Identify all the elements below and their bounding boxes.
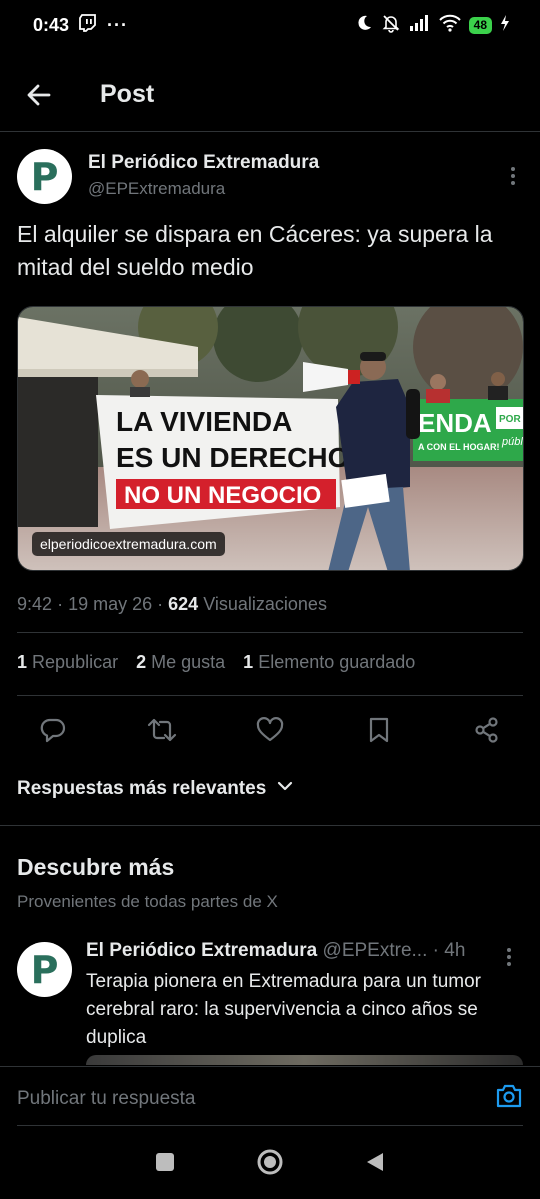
charging-icon (500, 14, 510, 36)
post-text: El alquiler se dispara en Cáceres: ya su… (17, 221, 493, 280)
post-date: 19 may 26 (68, 594, 153, 614)
status-bar: 0:43 ··· 48 (0, 0, 540, 50)
status-right: 48 (355, 13, 510, 38)
green-banner-side2: públ (501, 436, 523, 448)
replies-sort-dropdown[interactable]: Respuestas más relevantes (17, 777, 294, 801)
green-banner-text: ENDA (418, 408, 492, 438)
related-post[interactable]: P El Periódico Extremadura @EPExtre... ·… (17, 938, 523, 1068)
author-handle[interactable]: @EPExtremadura (88, 179, 225, 199)
bookmark-icon[interactable] (363, 714, 395, 746)
post-author[interactable]: P El Periódico Extremadura @EPExtremadur… (17, 149, 527, 205)
home-icon[interactable] (256, 1148, 284, 1181)
views-count: 624 (168, 594, 199, 614)
avatar-letter: P (30, 154, 59, 199)
post-meta: 9:42 · 19 may 26 · 624 Visualizaciones (17, 594, 327, 614)
status-left: 0:43 ··· (33, 13, 129, 37)
related-post-image[interactable] (86, 1055, 523, 1065)
post-time: 9:42 (17, 594, 53, 614)
top-header: Post (0, 60, 540, 132)
stat-bookmarks[interactable]: 1 Elemento guardado (243, 652, 415, 673)
more-notifications-icon: ··· (107, 14, 129, 35)
green-banner-sub: A CON EL HOGAR! (418, 442, 500, 452)
reply-icon[interactable] (37, 714, 69, 746)
back-triangle-icon[interactable] (364, 1151, 386, 1178)
related-author-handle[interactable]: @EPExtre... (323, 940, 428, 961)
banner-line-2: ES UN DERECHO (116, 442, 349, 473)
section-divider (0, 825, 540, 826)
status-time: 0:43 (33, 14, 70, 35)
views-label[interactable]: Visualizaciones (203, 594, 327, 614)
camera-icon[interactable] (495, 1083, 523, 1114)
repost-icon[interactable] (146, 714, 178, 746)
related-post-time: 4h (444, 940, 466, 961)
battery-indicator: 48 (468, 16, 492, 34)
related-author-name[interactable]: El Periódico Extremadura (86, 940, 317, 961)
banner-line-1: LA VIVIENDA (116, 406, 292, 437)
share-icon[interactable] (471, 714, 503, 746)
post-image[interactable]: LA VIVIENDA ES UN DERECHO NO UN NEGOCIO … (17, 306, 524, 571)
replies-sort-label: Respuestas más relevantes (17, 778, 267, 799)
wifi-icon (438, 14, 461, 37)
twitch-icon (79, 13, 97, 37)
reply-input[interactable]: Publicar tu respuesta (17, 1088, 196, 1110)
avatar[interactable]: P (17, 149, 72, 204)
reply-bar: Publicar tu respuesta (0, 1066, 540, 1130)
signal-icon (409, 14, 431, 37)
stat-reposts[interactable]: 1 Republicar (17, 652, 118, 673)
post-stats: 1 Republicar 2 Me gusta 1 Elemento guard… (17, 652, 523, 673)
recent-apps-icon[interactable] (154, 1151, 176, 1178)
image-source-caption: elperiodicoextremadura.com (32, 532, 225, 556)
chevron-down-icon (276, 777, 294, 801)
stat-likes[interactable]: 2 Me gusta (136, 652, 225, 673)
page-title: Post (100, 80, 155, 108)
green-banner-side: POR (499, 414, 521, 425)
system-nav-bar (0, 1130, 540, 1199)
related-post-header: El Periódico Extremadura @EPExtre... · 4… (86, 940, 466, 961)
reply-divider (17, 1125, 523, 1126)
bell-muted-icon (381, 13, 401, 38)
discover-subtitle: Provenientes de todas partes de X (17, 892, 278, 911)
post-actions (17, 710, 523, 750)
discover-title: Descubre más (17, 854, 175, 880)
more-options-icon[interactable] (503, 161, 523, 191)
related-post-text: Terapia pionera en Extremadura para un t… (86, 971, 482, 1048)
like-heart-icon[interactable] (254, 714, 286, 746)
divider (17, 632, 523, 633)
avatar[interactable]: P (17, 942, 72, 997)
banner-line-3: NO UN NEGOCIO (124, 482, 321, 509)
author-name[interactable]: El Periódico Extremadura (88, 152, 319, 174)
divider (17, 695, 523, 696)
back-arrow-icon[interactable] (24, 80, 54, 110)
moon-icon (355, 14, 373, 37)
avatar-letter: P (30, 947, 59, 992)
